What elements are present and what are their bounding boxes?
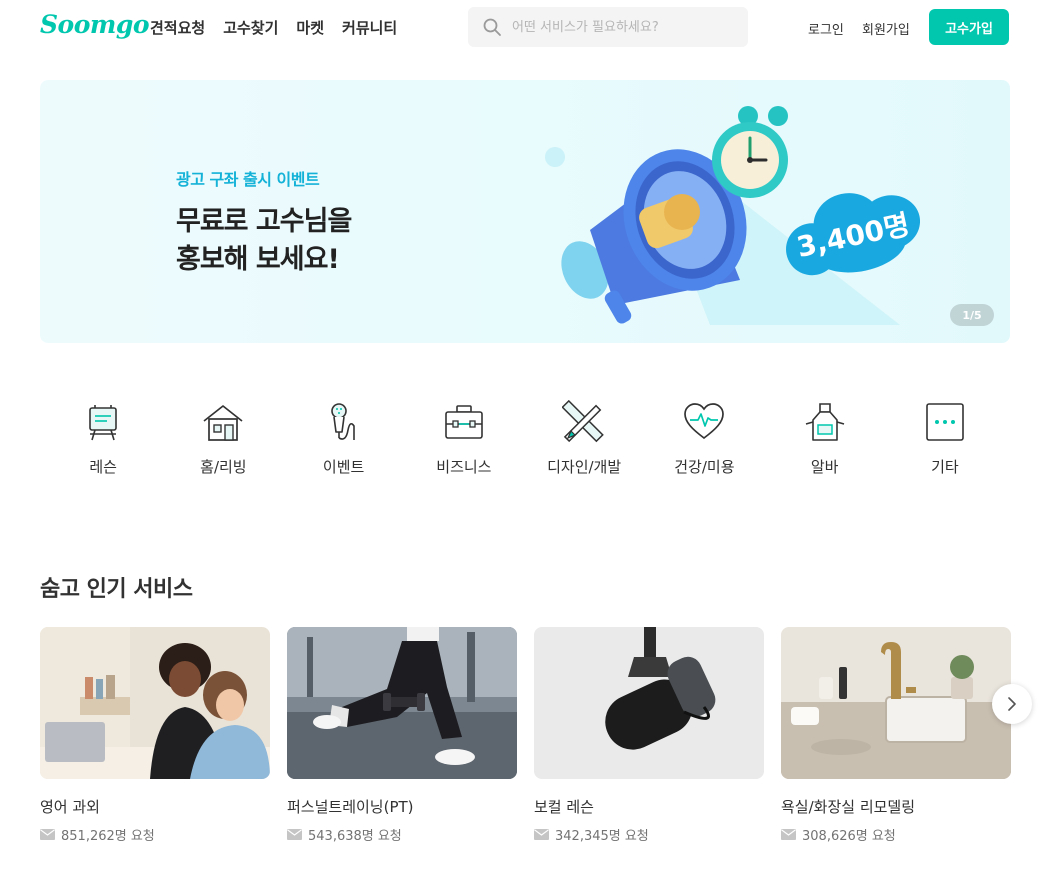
bathroom-remodel-image	[781, 627, 1011, 779]
pencil-ruler-icon	[562, 400, 604, 443]
banner-title: 무료로 고수님을 홍보해 보세요!	[176, 203, 352, 279]
popular-services-list: 영어 과외 851,262명 요청 퍼스널트레이닝(PT) 543,638명 요…	[40, 627, 1011, 844]
service-title: 퍼스널트레이닝(PT)	[287, 798, 414, 816]
envelope-icon	[781, 829, 796, 840]
banner-subtitle: 광고 구좌 출시 이벤트	[176, 170, 320, 189]
search-input[interactable]	[512, 19, 732, 35]
service-card-pt[interactable]: 퍼스널트레이닝(PT) 543,638명 요청	[287, 627, 517, 844]
category-home-living[interactable]: 홈/리빙	[163, 400, 283, 477]
service-card-english[interactable]: 영어 과외 851,262명 요청	[40, 627, 270, 844]
service-title: 영어 과외	[40, 798, 100, 816]
category-lesson[interactable]: 레슨	[43, 400, 163, 477]
category-etc[interactable]: 기타	[885, 400, 1005, 477]
envelope-icon	[40, 829, 55, 840]
service-request-count: 543,638명 요청	[287, 825, 517, 844]
banner-pager: 1/5	[950, 304, 994, 326]
category-label: 건강/미용	[674, 458, 735, 476]
service-card-vocal[interactable]: 보컬 레슨 342,345명 요청	[534, 627, 764, 844]
category-health-beauty[interactable]: 건강/미용	[644, 400, 764, 477]
chevron-right-icon	[1008, 697, 1016, 711]
category-label: 기타	[931, 458, 959, 476]
category-menu: 레슨 홈/리빙 이벤트 비즈니스 디자인/개발 건강/미용 알바 기타	[43, 400, 1005, 477]
personal-training-image	[287, 627, 517, 779]
category-event[interactable]: 이벤트	[284, 400, 404, 477]
request-count-text: 308,626명 요청	[802, 829, 896, 844]
category-label: 디자인/개발	[547, 458, 622, 476]
easel-icon	[89, 405, 117, 441]
carousel-next-button[interactable]	[992, 684, 1032, 724]
service-title: 욕실/화장실 리모델링	[781, 798, 916, 816]
request-count-text: 851,262명 요청	[61, 829, 155, 844]
login-link[interactable]: 로그인	[808, 19, 844, 38]
request-count-text: 342,345명 요청	[555, 829, 649, 844]
nav-find-pro[interactable]: 고수찾기	[223, 17, 278, 38]
main-nav: 견적요청 고수찾기 마켓 커뮤니티	[150, 17, 397, 38]
envelope-icon	[287, 829, 302, 840]
heart-pulse-icon	[684, 403, 725, 440]
nav-market[interactable]: 마켓	[296, 17, 324, 38]
more-icon	[926, 403, 964, 441]
banner-title-line2: 홍보해 보세요!	[176, 244, 340, 275]
microphone-icon	[330, 403, 355, 440]
category-label: 레슨	[89, 458, 117, 476]
signup-link[interactable]: 회원가입	[862, 19, 910, 38]
envelope-icon	[534, 829, 549, 840]
category-business[interactable]: 비즈니스	[404, 400, 524, 477]
category-parttime[interactable]: 알바	[765, 400, 885, 477]
request-count-text: 543,638명 요청	[308, 829, 402, 844]
service-title: 보컬 레슨	[534, 798, 594, 816]
category-label: 이벤트	[322, 458, 365, 476]
category-label: 홈/리빙	[200, 458, 247, 476]
popular-services-title: 숨고 인기 서비스	[40, 577, 193, 602]
service-request-count: 851,262명 요청	[40, 825, 270, 844]
service-request-count: 342,345명 요청	[534, 825, 764, 844]
english-tutoring-image	[40, 627, 270, 779]
banner-title-line1: 무료로 고수님을	[176, 206, 352, 237]
house-icon	[203, 405, 243, 441]
service-request-count: 308,626명 요청	[781, 825, 1011, 844]
briefcase-icon	[445, 405, 483, 439]
megaphone-illustration: 3,400명	[545, 106, 920, 325]
nav-community[interactable]: 커뮤니티	[342, 17, 397, 38]
header: Soomgo 견적요청 고수찾기 마켓 커뮤니티 로그인 회원가입 고수가입	[0, 0, 1047, 56]
event-banner[interactable]: 광고 구좌 출시 이벤트 무료로 고수님을 홍보해 보세요! 3,400명 1/…	[40, 80, 1010, 343]
search-bar[interactable]	[468, 7, 748, 47]
apron-icon	[805, 403, 844, 441]
service-card-bathroom[interactable]: 욕실/화장실 리모델링 308,626명 요청	[781, 627, 1011, 844]
search-icon	[483, 18, 501, 36]
pro-signup-button[interactable]: 고수가입	[929, 9, 1009, 45]
category-design-dev[interactable]: 디자인/개발	[524, 400, 644, 477]
soomgo-logo[interactable]: Soomgo	[40, 10, 150, 39]
category-label: 비즈니스	[436, 458, 492, 476]
vocal-lesson-image	[534, 627, 764, 779]
category-label: 알바	[810, 458, 839, 476]
nav-request-quote[interactable]: 견적요청	[150, 17, 205, 38]
